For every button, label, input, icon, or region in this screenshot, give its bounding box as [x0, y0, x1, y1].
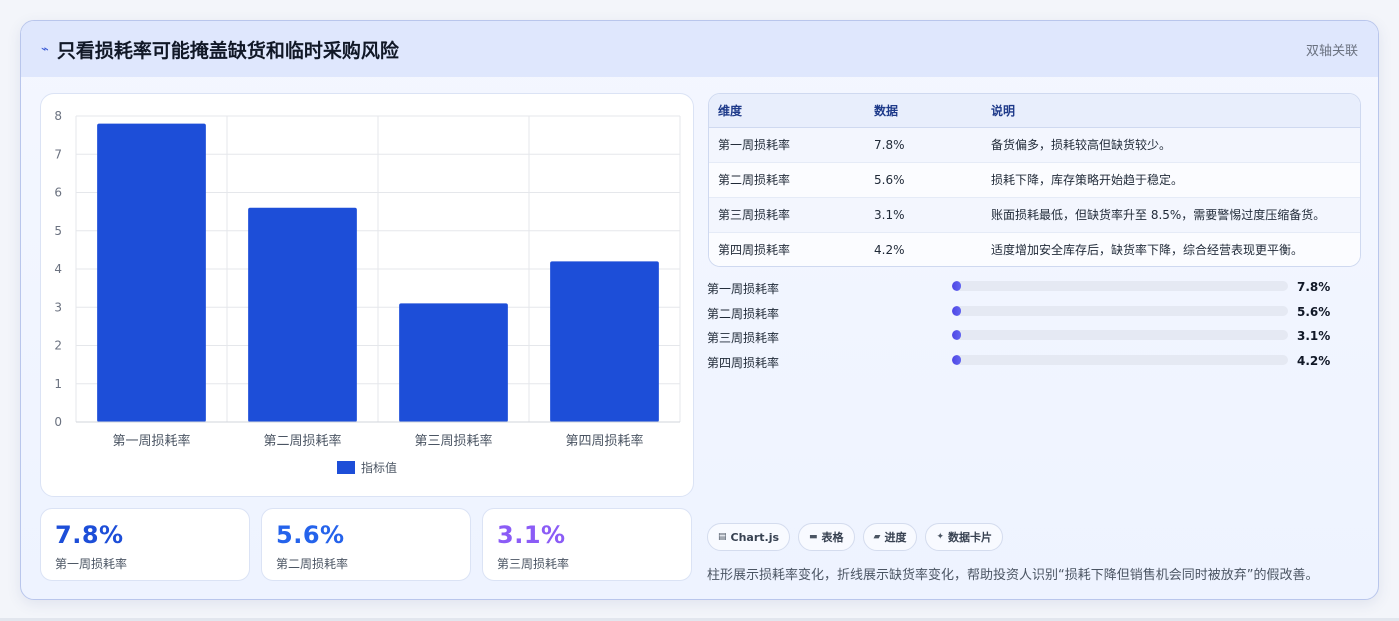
table-row: 第四周损耗率 4.2% 适度增加安全库存后，缺货率下降，综合经营表现更平衡。 — [709, 232, 1360, 266]
progress-label: 第三周损耗率 — [707, 331, 780, 346]
tag-progress[interactable]: ▰ 进度 — [862, 523, 918, 551]
x-tick-label: 第四周损耗率 — [565, 433, 643, 449]
stat-label: 第三周损耗率 — [497, 557, 570, 571]
y-tick-label: 5 — [54, 224, 62, 238]
table-row: 第一周损耗率 7.8% 备货偏多，损耗较高但缺货较少。 — [709, 127, 1360, 163]
tag-label: 进度 — [884, 531, 907, 544]
x-tick-label: 第一周损耗率 — [112, 433, 190, 449]
footnote: 柱形展示损耗率变化，折线展示缺货率变化，帮助投资人识别“损耗下降但销售机会同时被… — [707, 568, 1319, 583]
sparkle-icon: ✦ — [936, 532, 945, 542]
table-cell: 第一周损耗率 — [709, 127, 865, 163]
y-tick-label: 4 — [54, 262, 62, 276]
table-cell: 损耗下降，库存策略开始趋于稳定。 — [982, 162, 1360, 198]
y-tick-label: 6 — [54, 186, 62, 200]
legend-label: 指标值 — [361, 460, 397, 475]
table-cell: 备货偏多，损耗较高但缺货较少。 — [982, 127, 1360, 163]
progress-value: 5.6% — [1297, 304, 1331, 319]
progress-fill — [952, 281, 961, 291]
progress-fill — [952, 330, 961, 341]
bar-1 — [97, 123, 206, 423]
stat-card-week3: 3.1% 第三周损耗率 — [482, 508, 692, 581]
table-row: 第二周损耗率 5.6% 损耗下降，库存策略开始趋于稳定。 — [709, 162, 1360, 198]
progress-track — [952, 330, 1288, 341]
stat-label: 第二周损耗率 — [276, 557, 349, 571]
progress-label: 第一周损耗率 — [707, 282, 780, 296]
tag-chartjs[interactable]: ▤ Chart.js — [707, 523, 791, 551]
y-tick-label: 1 — [54, 377, 62, 391]
y-tick-label: 8 — [54, 109, 62, 123]
table-header-dimension: 维度 — [709, 94, 865, 128]
bar-2 — [248, 207, 357, 422]
table-header-data: 数据 — [865, 94, 982, 128]
dual-axis-tag: 双轴关联 — [1305, 44, 1358, 59]
tag-table[interactable]: ▬ 表格 — [798, 523, 855, 551]
progress-track — [952, 305, 1288, 316]
chart-icon: ▤ — [718, 532, 727, 542]
progress-value: 7.8% — [1297, 280, 1331, 294]
dashboard-card: ⌁ 只看损耗率可能掩盖缺货和临时采购风险 双轴关联 0 1 2 3 4 5 6 7 8 第一周损耗… — [20, 20, 1379, 600]
legend-swatch — [337, 461, 355, 474]
table-cell: 第四周损耗率 — [709, 232, 865, 266]
bar-3 — [399, 303, 508, 422]
table-header-row: 维度 数据 说明 — [709, 94, 1360, 128]
progress-track — [952, 281, 1288, 291]
table-cell: 4.2% — [865, 232, 982, 266]
stat-value: 3.1% — [497, 521, 566, 549]
x-tick-label: 第二周损耗率 — [263, 433, 341, 449]
data-table-panel: 维度 数据 说明 第一周损耗率 7.8% 备货偏多，损耗较高但缺货较少。 第二周… — [708, 93, 1361, 267]
stat-card-week2: 5.6% 第二周损耗率 — [261, 508, 471, 581]
table-cell: 第二周损耗率 — [709, 162, 865, 198]
y-tick-label: 7 — [54, 147, 62, 161]
trend-line-icon: ⌁ — [41, 41, 49, 57]
table-cell: 账面损耗最低，但缺货率升至 8.5%，需要警惕过度压缩备货。 — [982, 197, 1360, 233]
progress-icon: ▰ — [873, 532, 881, 542]
tag-label: 数据卡片 — [948, 531, 993, 544]
bar-chart: 0 1 2 3 4 5 6 7 8 第一周损耗率 第二周损耗率 第三周损耗率 第四周损耗率指标值 — [54, 109, 681, 475]
stat-value: 7.8% — [55, 521, 124, 549]
progress-value: 3.1% — [1297, 329, 1331, 344]
stat-value: 5.6% — [276, 521, 345, 549]
x-tick-label: 第三周损耗率 — [414, 433, 492, 449]
tag-label: Chart.js — [730, 530, 780, 544]
table-cell: 3.1% — [865, 197, 982, 233]
y-tick-label: 0 — [54, 415, 62, 429]
tag-data-card[interactable]: ✦ 数据卡片 — [925, 523, 1004, 551]
progress-fill — [952, 355, 961, 366]
progress-track — [952, 355, 1288, 366]
table-cell: 第三周损耗率 — [709, 197, 865, 233]
progress-fill — [952, 305, 961, 316]
table-cell: 5.6% — [865, 162, 982, 198]
table-cell: 7.8% — [865, 127, 982, 163]
bar-4 — [550, 261, 659, 422]
progress-row: 第二周损耗率 5.6% — [707, 301, 1347, 326]
page-title: 只看损耗率可能掩盖缺货和临时采购风险 — [56, 39, 399, 62]
progress-row: 第三周损耗率 3.1% — [707, 325, 1347, 350]
progress-list: 第一周损耗率 7.8% 第二周损耗率 5.6% 第三周损耗率 3.1% 第四周损… — [707, 276, 1347, 375]
progress-label: 第二周损耗率 — [707, 306, 780, 321]
tag-row: ▤ Chart.js ▬ 表格 ▰ 进度 ✦ 数据卡片 — [707, 523, 1004, 551]
table-icon: ▬ — [809, 532, 818, 542]
table-row: 第三周损耗率 3.1% 账面损耗最低，但缺货率升至 8.5%，需要警惕过度压缩备… — [709, 197, 1360, 233]
card-header: ⌁ 只看损耗率可能掩盖缺货和临时采购风险 双轴关联 — [21, 21, 1378, 77]
tag-label: 表格 — [821, 531, 844, 544]
y-tick-label: 3 — [54, 300, 62, 314]
table-header-description: 说明 — [982, 94, 1360, 128]
stat-card-week1: 7.8% 第一周损耗率 — [40, 508, 250, 581]
progress-row: 第四周损耗率 4.2% — [707, 350, 1347, 375]
progress-value: 4.2% — [1297, 354, 1331, 369]
progress-row: 第一周损耗率 7.8% — [707, 276, 1347, 301]
bar-chart-panel: 0 1 2 3 4 5 6 7 8 第一周损耗率 第二周损耗率 第三周损耗率 第四周损耗率指标值 — [40, 93, 694, 497]
data-table: 维度 数据 说明 第一周损耗率 7.8% 备货偏多，损耗较高但缺货较少。 第二周… — [709, 94, 1360, 266]
table-cell: 适度增加安全库存后，缺货率下降，综合经营表现更平衡。 — [982, 232, 1360, 266]
y-tick-label: 2 — [54, 339, 62, 353]
stat-label: 第一周损耗率 — [55, 557, 128, 571]
progress-label: 第四周损耗率 — [707, 356, 780, 371]
